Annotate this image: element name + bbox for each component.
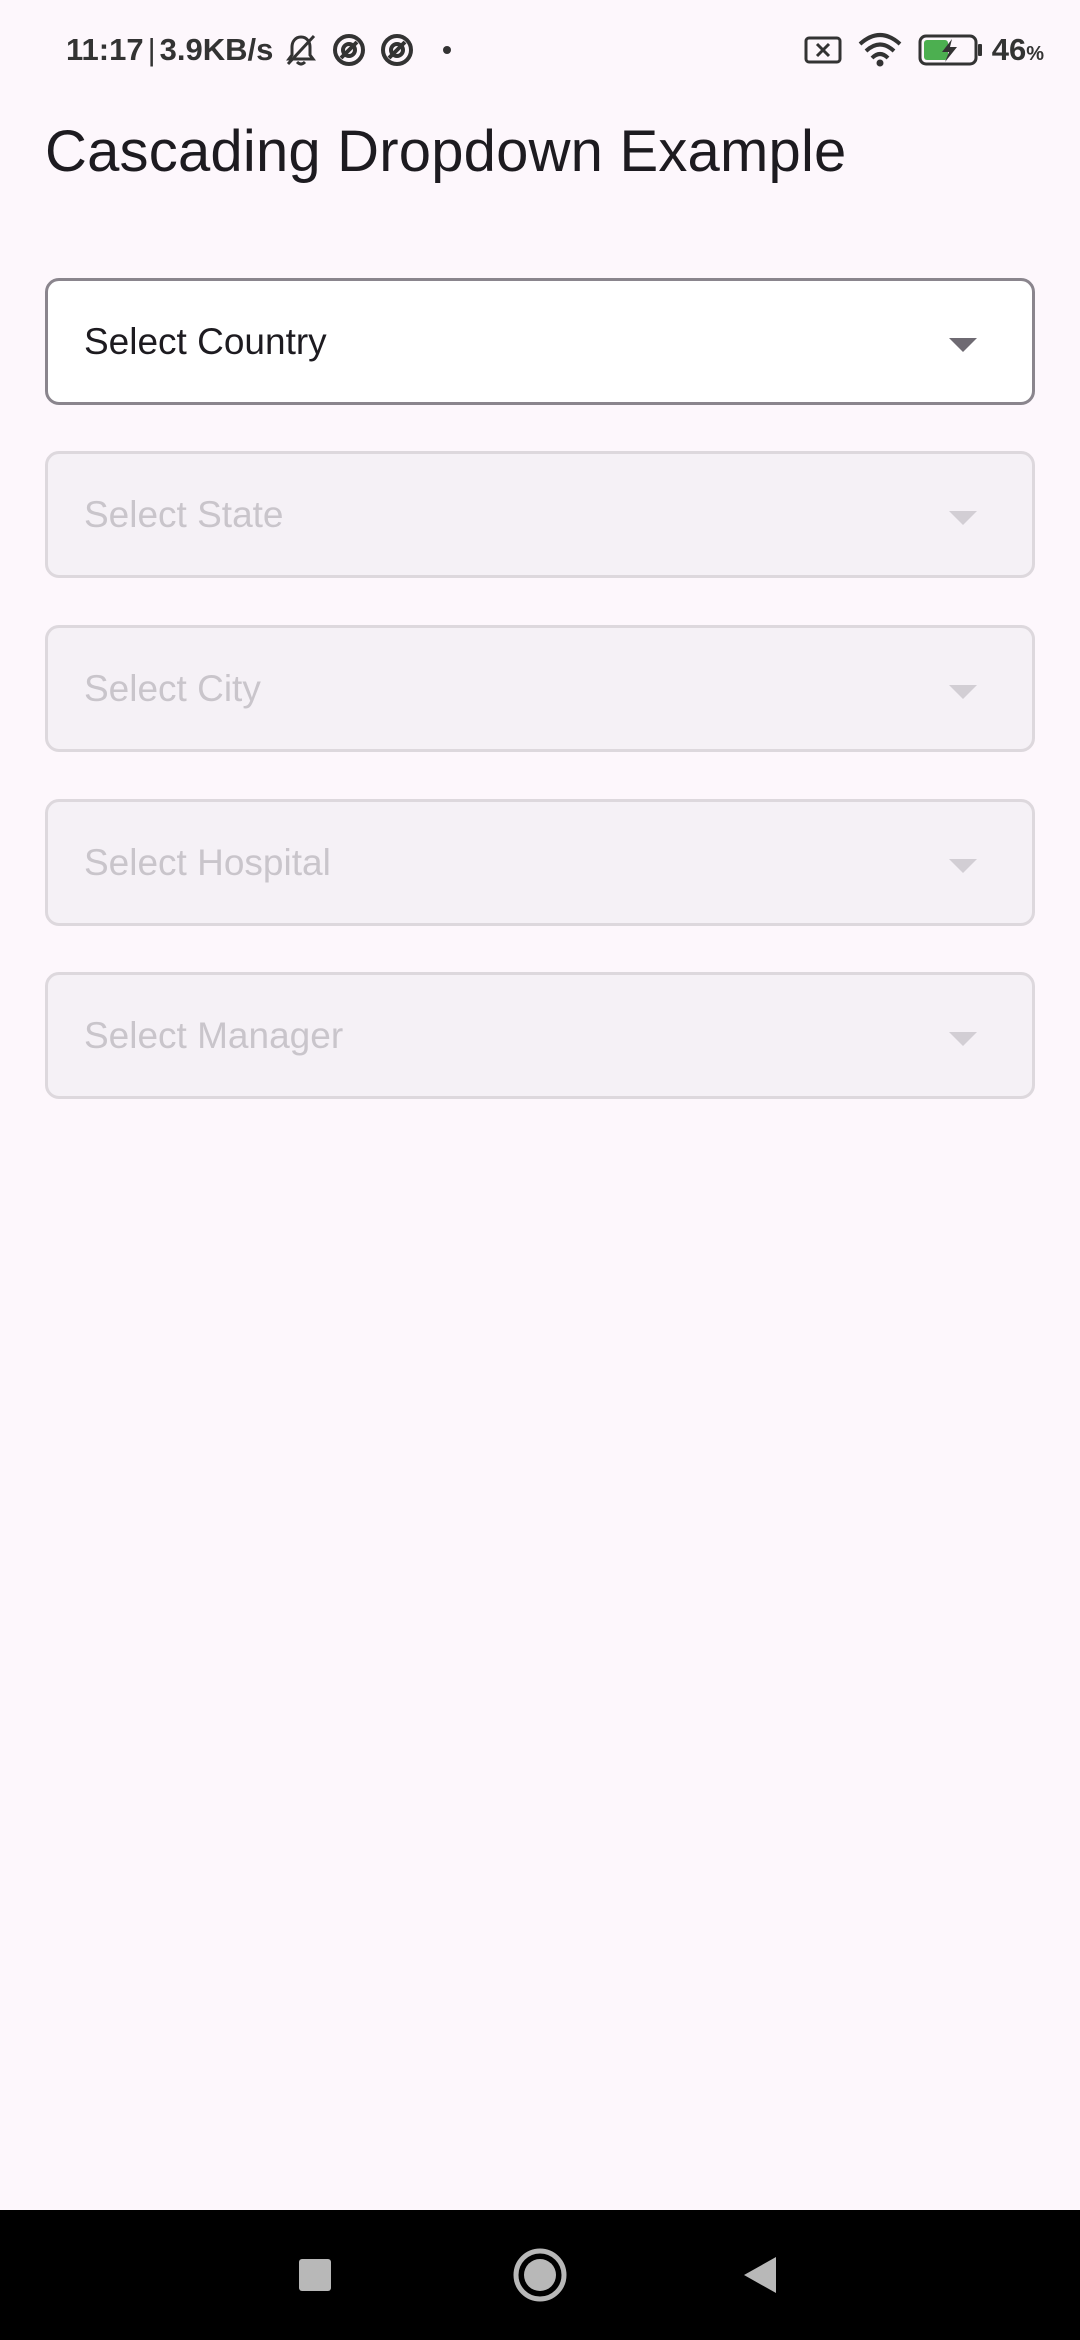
chevron-down-icon	[949, 511, 977, 525]
country-dropdown-label: Select Country	[84, 320, 327, 362]
back-button[interactable]	[725, 2210, 795, 2340]
chevron-down-icon	[949, 685, 977, 699]
hospital-dropdown-label: Select Hospital	[84, 841, 331, 883]
country-dropdown[interactable]: Select Country	[45, 278, 1035, 405]
state-dropdown-label: Select State	[84, 493, 284, 535]
battery-unit: %	[1026, 43, 1044, 65]
sim-x-icon	[804, 35, 842, 65]
home-circle-icon	[513, 2248, 567, 2302]
wifi-icon	[858, 32, 902, 68]
back-triangle-icon	[744, 2257, 776, 2293]
recents-button[interactable]	[280, 2210, 350, 2340]
status-right: 46%	[788, 26, 1044, 74]
battery-charging-icon	[918, 33, 984, 67]
sync-circle-icon	[377, 30, 417, 70]
chevron-down-icon	[949, 1032, 977, 1046]
recents-square-icon	[299, 2259, 331, 2291]
status-left: 11:17 | 3.9KB/s	[66, 26, 452, 74]
chevron-down-icon	[949, 859, 977, 873]
state-dropdown[interactable]: Select State	[45, 451, 1035, 578]
bell-muted-icon	[281, 30, 321, 70]
home-button[interactable]	[505, 2210, 575, 2340]
status-separator: |	[147, 32, 156, 67]
battery-percent: 46%	[991, 32, 1044, 67]
city-dropdown-label: Select City	[84, 667, 261, 709]
manager-dropdown[interactable]: Select Manager	[45, 972, 1035, 1099]
status-network-speed: 3.9KB/s	[159, 32, 274, 67]
chevron-down-icon	[949, 338, 977, 352]
status-bar: 11:17 | 3.9KB/s 46%	[0, 0, 1080, 100]
page-title: Cascading Dropdown Example	[45, 119, 847, 184]
city-dropdown[interactable]: Select City	[45, 625, 1035, 752]
hospital-dropdown[interactable]: Select Hospital	[45, 799, 1035, 926]
status-time: 11:17	[66, 32, 144, 67]
dot-icon	[443, 46, 452, 54]
sync-circle-icon	[329, 30, 369, 70]
system-nav-bar	[0, 2210, 1080, 2340]
manager-dropdown-label: Select Manager	[84, 1014, 344, 1056]
